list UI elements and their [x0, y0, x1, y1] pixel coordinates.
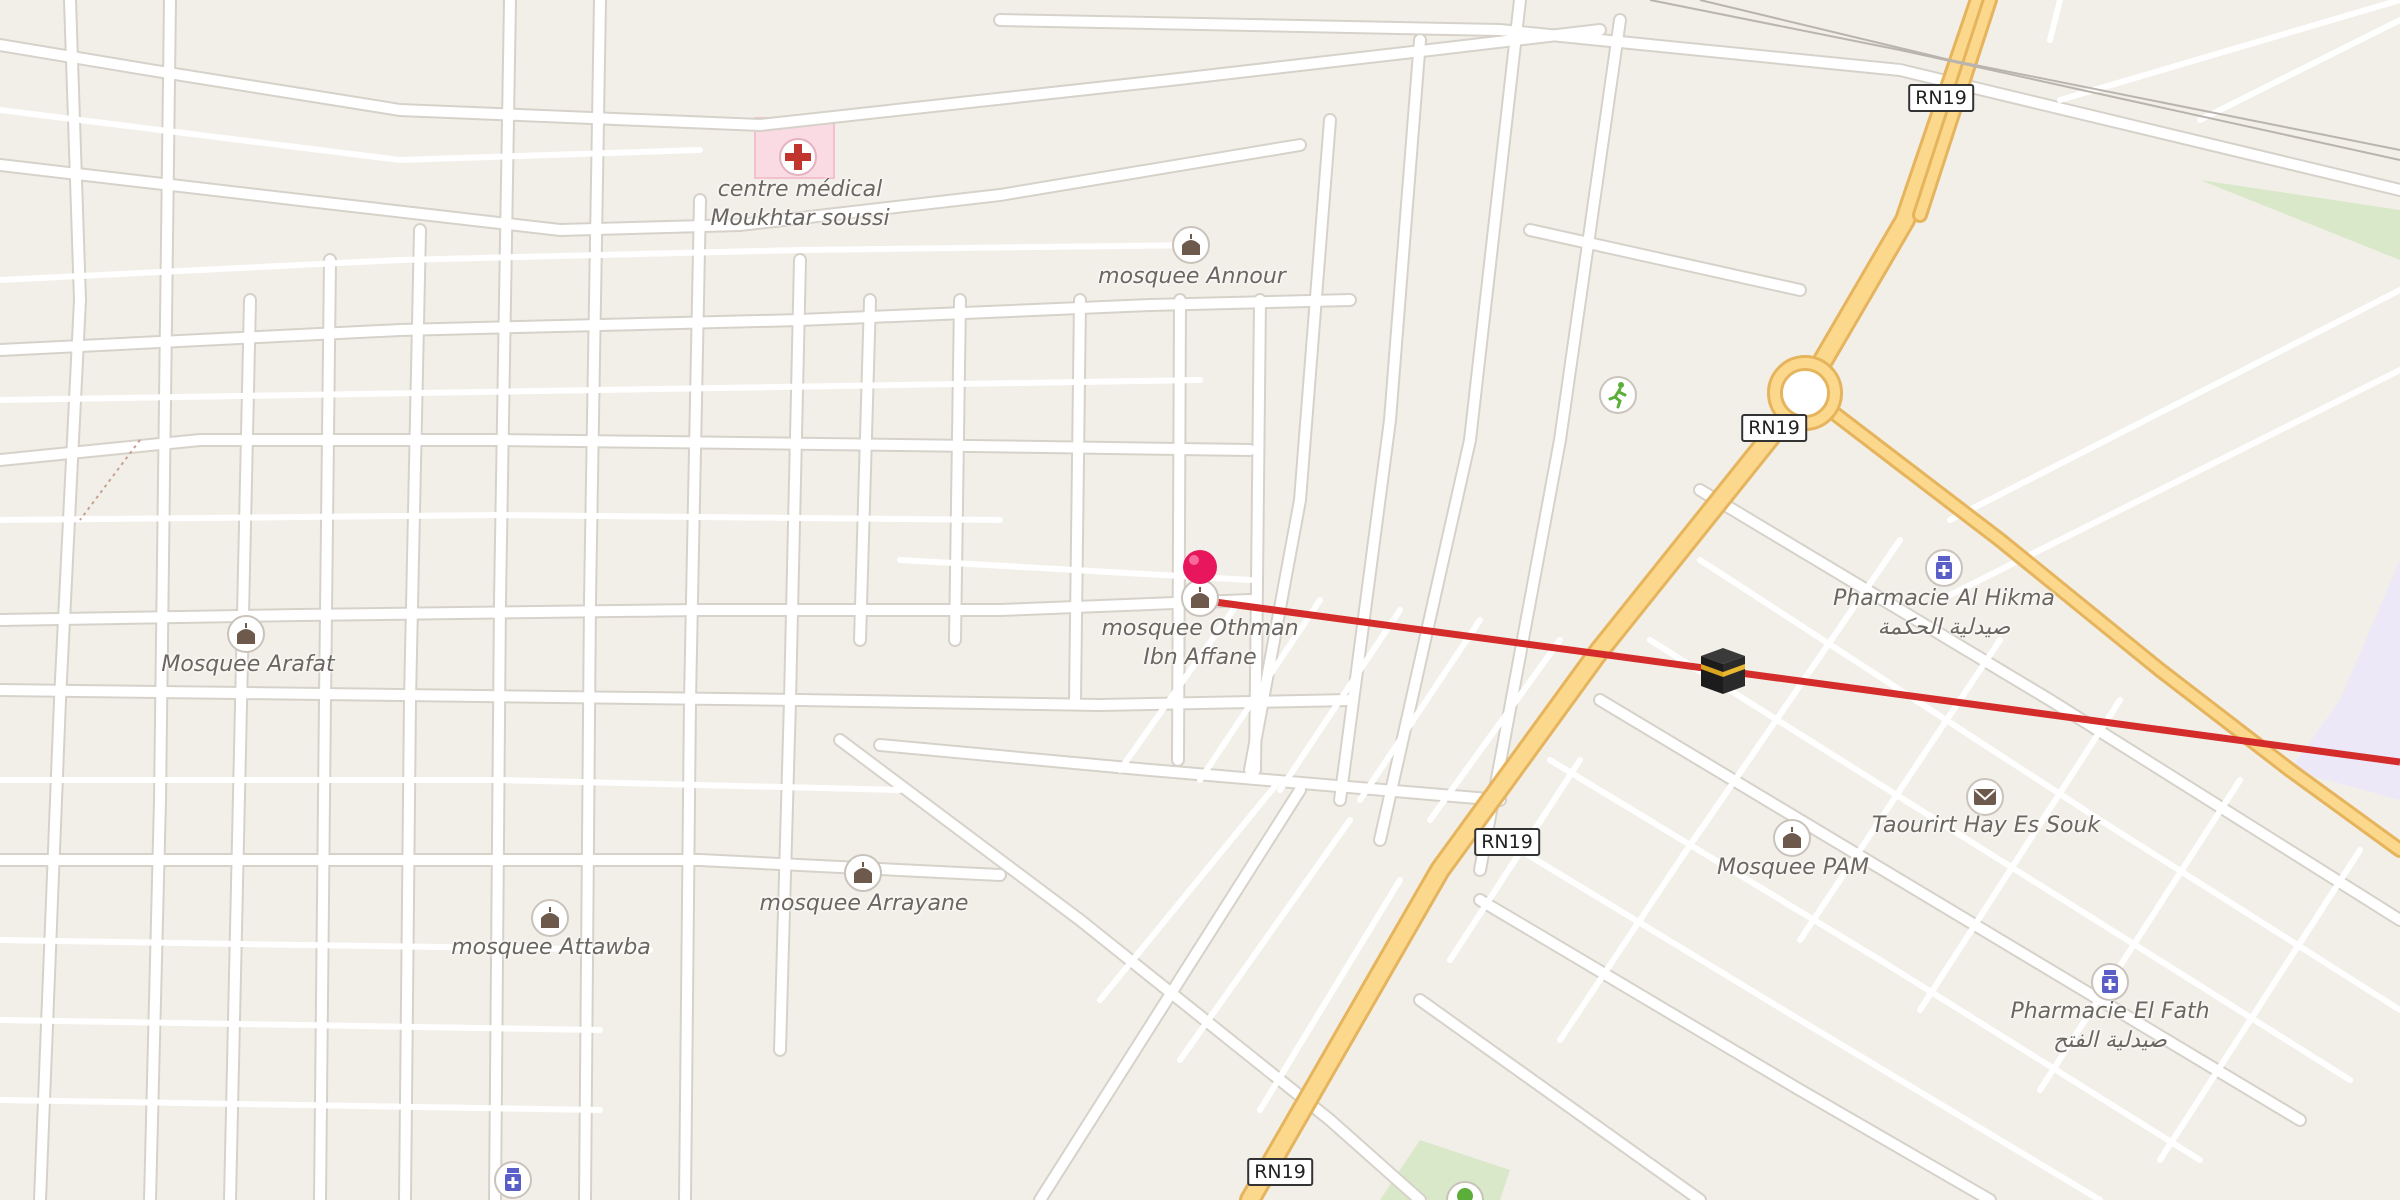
- mosque-icon[interactable]: [843, 853, 883, 893]
- mosque-icon[interactable]: [530, 898, 570, 938]
- mosque-icon[interactable]: [226, 614, 266, 654]
- poi-label-mosque-othman: mosquee Othman Ibn Affane: [1101, 616, 1299, 670]
- road-shield: RN19: [1908, 84, 1974, 112]
- poi-label-mosque-pam: Mosquee PAM: [1716, 855, 1870, 880]
- sport-running-icon[interactable]: [1598, 375, 1638, 415]
- road-shield: RN19: [1741, 414, 1807, 442]
- poi-label-pharmacie-el-fath: Pharmacie El Fath صيدلية الفتح: [2010, 999, 2210, 1053]
- poi-label-mosque-arrayane: mosquee Arrayane: [759, 891, 969, 916]
- poi-label-pharmacie-al-hikma: Pharmacie Al Hikma صيدلية الحكمة: [1833, 586, 2055, 640]
- poi-label-mosque-arafat: Mosquee Arafat: [161, 652, 335, 677]
- road-shield: RN19: [1474, 828, 1540, 856]
- pharmacy-icon[interactable]: [493, 1160, 533, 1200]
- location-pin-icon[interactable]: [1180, 547, 1220, 587]
- poi-label-mosque-annour: mosquee Annour: [1098, 264, 1286, 289]
- road-shield: RN19: [1247, 1158, 1313, 1186]
- poi-label-medical-center: centre médical Moukhtar soussi: [710, 177, 890, 231]
- poi-label-taourirt-hay-es-souk: Taourirt Hay Es Souk: [1871, 813, 2101, 838]
- pharmacy-icon[interactable]: [2090, 962, 2130, 1002]
- pharmacy-icon[interactable]: [1924, 548, 1964, 588]
- kaaba-icon[interactable]: [1695, 642, 1751, 698]
- poi-label-mosque-attawba: mosquee Attawba: [451, 935, 651, 960]
- mosque-icon[interactable]: [1171, 225, 1211, 265]
- mosque-icon[interactable]: [1772, 818, 1812, 858]
- map-canvas[interactable]: RN19 RN19 RN19 RN19 centre médical Moukh…: [0, 0, 2400, 1200]
- medical-cross-icon[interactable]: [778, 137, 818, 177]
- park-icon[interactable]: [1445, 1180, 1485, 1200]
